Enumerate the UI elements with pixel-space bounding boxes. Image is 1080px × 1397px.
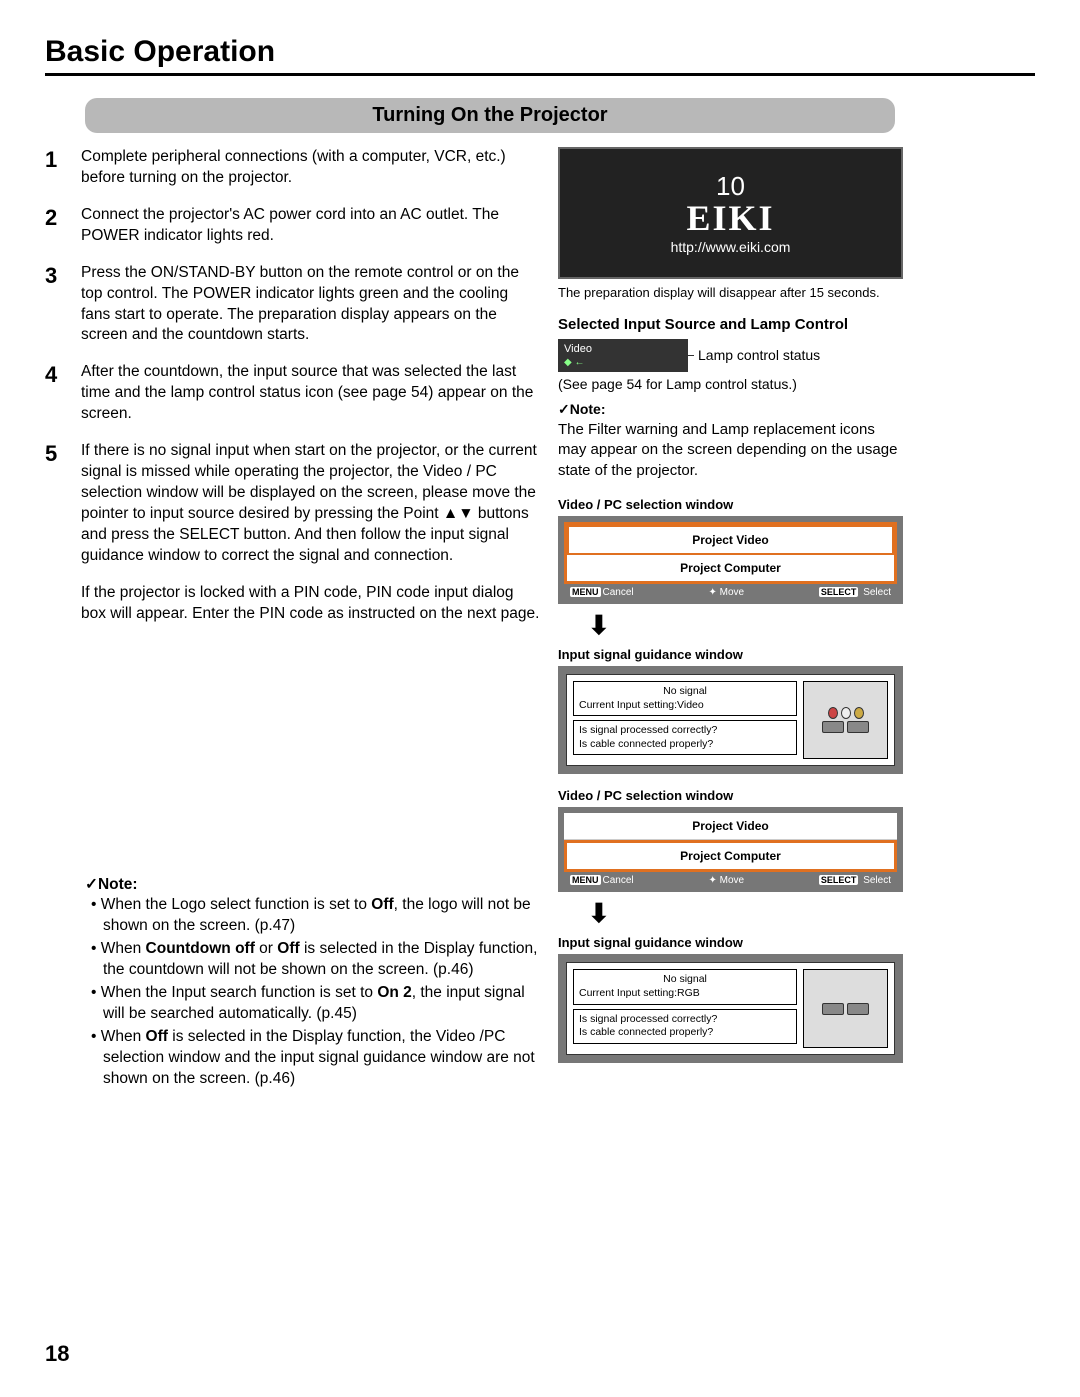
pin-code-text: If the projector is locked with a PIN co…: [81, 583, 540, 625]
win-label-sel1: Video / PC selection window: [558, 497, 903, 512]
page-title: Basic Operation: [45, 35, 1035, 76]
ports-rgb-icon: [803, 969, 888, 1048]
step-number: 4: [45, 362, 67, 425]
selection-footer: MENUCancel ✦ Move SELECT Select: [564, 584, 897, 598]
eiki-logo: EIKI: [686, 202, 774, 234]
guidance-window-1: No signal Current Input setting:Video Is…: [558, 666, 903, 775]
step-text: Complete peripheral connections (with a …: [81, 147, 540, 189]
project-video-row: Project Video: [567, 525, 894, 555]
win-label-sel2: Video / PC selection window: [558, 788, 903, 803]
step-text: After the countdown, the input source th…: [81, 362, 540, 425]
project-computer-row: Project Computer: [564, 840, 897, 872]
arrow-down-icon: ⬇: [588, 610, 903, 641]
prep-caption: The preparation display will disappear a…: [558, 285, 903, 302]
step-4: 4 After the countdown, the input source …: [45, 362, 540, 425]
step-number: 3: [45, 263, 67, 347]
page-number: 18: [45, 1341, 69, 1367]
step-text: If there is no signal input when start o…: [81, 441, 540, 567]
lamp-label: Lamp control status: [698, 347, 820, 363]
guide-questions-box: Is signal processed correctly? Is cable …: [573, 720, 797, 755]
step-5: 5 If there is no signal input when start…: [45, 441, 540, 567]
step-text: Press the ON/STAND-BY button on the remo…: [81, 263, 540, 347]
step-number: 5: [45, 441, 67, 567]
step-2: 2 Connect the projector's AC power cord …: [45, 205, 540, 247]
step-1: 1 Complete peripheral connections (with …: [45, 147, 540, 189]
guidance-window-2: No signal Current Input setting:RGB Is s…: [558, 954, 903, 1063]
step-number: 1: [45, 147, 67, 189]
selection-window-1: Project Video Project Computer MENUCance…: [558, 516, 903, 604]
ports-video-icon: [803, 681, 888, 760]
step-text: Connect the projector's AC power cord in…: [81, 205, 540, 247]
left-note-block: ✓Note: When the Logo select function is …: [45, 875, 540, 1090]
lamp-heading: Selected Input Source and Lamp Control: [558, 316, 903, 333]
guide-signal-box: No signal Current Input setting:Video: [573, 681, 797, 716]
eiki-url: http://www.eiki.com: [671, 239, 791, 255]
right-note-text: The Filter warning and Lamp replacement …: [558, 421, 897, 479]
selection-window-2: Project Video Project Computer MENUCance…: [558, 807, 903, 892]
arrow-down-icon: ⬇: [588, 898, 903, 929]
pin-code-para: If the projector is locked with a PIN co…: [45, 583, 540, 625]
project-video-row: Project Video: [564, 813, 897, 840]
right-column: 10 EIKI http://www.eiki.com The preparat…: [558, 147, 903, 1092]
note-item-2: When Countdown off or Off is selected in…: [91, 939, 540, 981]
note-label: ✓Note:: [85, 875, 540, 896]
left-column: 1 Complete peripheral connections (with …: [45, 147, 540, 1092]
note-item-4: When Off is selected in the Display func…: [91, 1027, 540, 1090]
note-item-3: When the Input search function is set to…: [91, 983, 540, 1025]
guide-signal-box: No signal Current Input setting:RGB: [573, 969, 797, 1004]
project-computer-row: Project Computer: [567, 555, 894, 581]
guide-questions-box: Is signal processed correctly? Is cable …: [573, 1009, 797, 1044]
step-3: 3 Press the ON/STAND-BY button on the re…: [45, 263, 540, 347]
win-label-guide2: Input signal guidance window: [558, 935, 903, 950]
win-label-guide1: Input signal guidance window: [558, 647, 903, 662]
lamp-see-page: (See page 54 for Lamp control status.): [558, 376, 903, 392]
note-label: ✓Note:: [558, 401, 606, 417]
section-title: Turning On the Projector: [85, 98, 895, 133]
selection-footer: MENUCancel ✦ Move SELECT Select: [564, 872, 897, 886]
right-note: ✓Note: The Filter warning and Lamp repla…: [558, 400, 903, 481]
lamp-icon: ◆ ←: [564, 357, 584, 368]
preparation-display: 10 EIKI http://www.eiki.com: [558, 147, 903, 279]
note-item-1: When the Logo select function is set to …: [91, 895, 540, 937]
step-number: 2: [45, 205, 67, 247]
